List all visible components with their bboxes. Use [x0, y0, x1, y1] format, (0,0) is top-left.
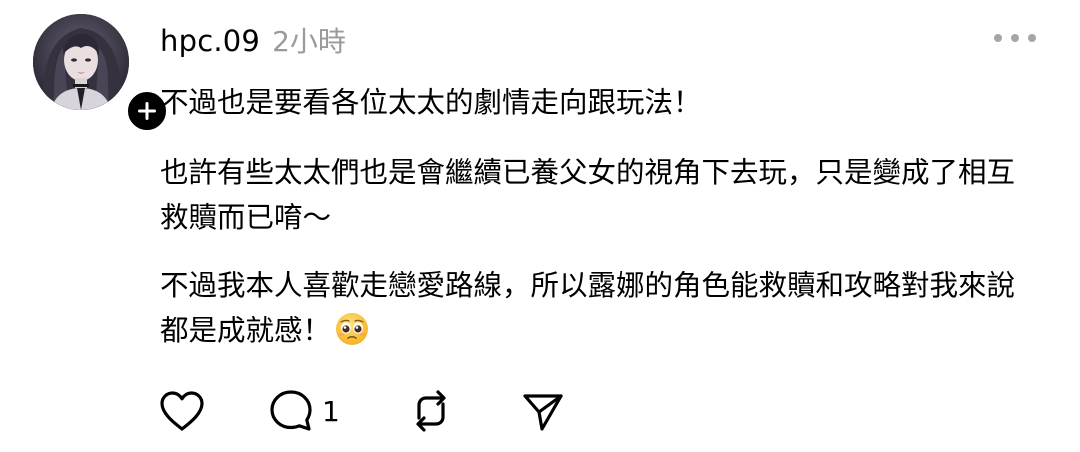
reply-count: 1: [322, 394, 340, 428]
more-horizontal-icon: [994, 34, 1036, 42]
post-paragraph-text: 不過我本人喜歡走戀愛路線，所以露娜的角色能救贖和攻略對我來說都是成就感！: [160, 269, 1016, 347]
reply-button[interactable]: 1: [268, 384, 340, 438]
post-timestamp: 2小時: [272, 25, 346, 58]
plus-icon: [138, 102, 156, 120]
thread-post: hpc.09 2小時 不過也是要看各位太太的劇情走向跟玩法！ 也許有些太太們也是…: [0, 0, 1080, 452]
comment-bubble-icon: [270, 390, 312, 431]
send-icon: [523, 394, 563, 431]
share-button[interactable]: [520, 384, 566, 438]
repost-button[interactable]: [408, 384, 454, 438]
post-actions: 1: [158, 384, 618, 438]
like-button[interactable]: [158, 384, 206, 438]
repost-icon: [416, 390, 446, 432]
heart-icon: [160, 391, 204, 431]
avatar-image: [33, 14, 129, 110]
pleading-face-emoji: [335, 312, 369, 359]
post-paragraph: 也許有些太太們也是會繼續已養父女的視角下去玩，只是變成了相互救贖而已唷～: [160, 156, 1016, 234]
author-avatar-container: [33, 14, 170, 134]
post-paragraph: 不過也是要看各位太太的劇情走向跟玩法！: [160, 86, 702, 119]
post-header: hpc.09 2小時: [160, 20, 346, 60]
username[interactable]: hpc.09: [160, 24, 260, 58]
post-paragraph: 不過我本人喜歡走戀愛路線，所以露娜的角色能救贖和攻略對我來說都是成就感！: [160, 263, 1040, 359]
more-options-button[interactable]: [990, 26, 1040, 50]
avatar[interactable]: [33, 14, 129, 110]
